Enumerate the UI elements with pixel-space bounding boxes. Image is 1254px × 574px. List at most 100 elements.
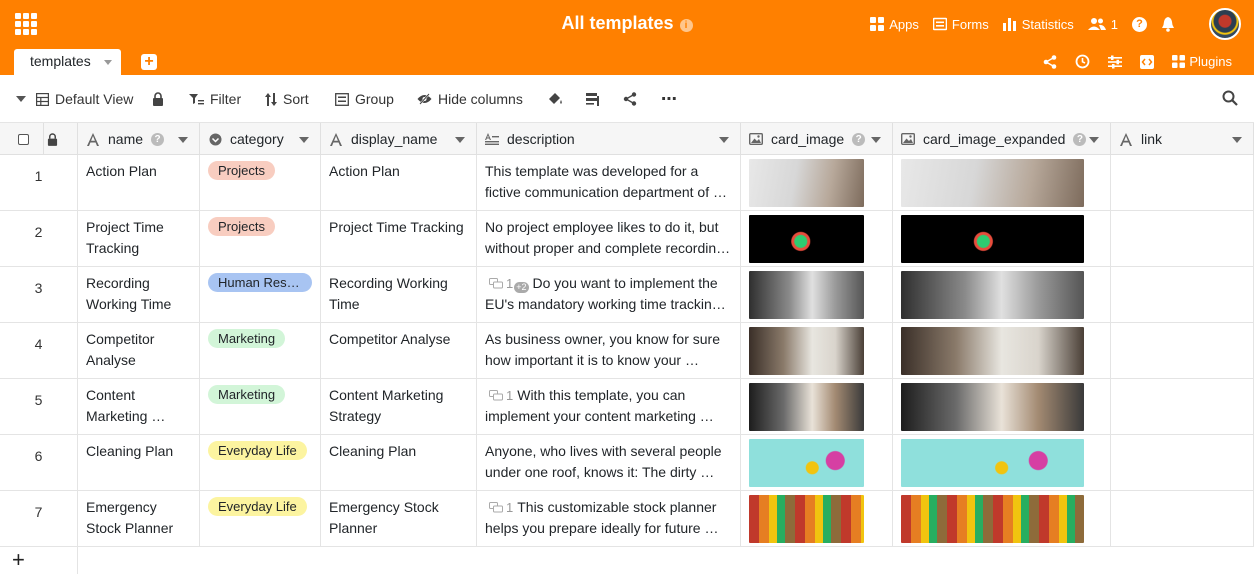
name-cell[interactable]: Competitor Analyse: [78, 323, 200, 378]
display-name-cell[interactable]: Action Plan: [321, 155, 477, 210]
category-cell[interactable]: Marketing: [200, 323, 321, 378]
column-header-display-name[interactable]: display_name: [321, 123, 477, 155]
card-image-expanded-cell[interactable]: [893, 491, 1111, 546]
image-thumbnail[interactable]: [749, 215, 864, 263]
apps-button[interactable]: Apps: [870, 17, 919, 32]
image-thumbnail[interactable]: [901, 327, 1084, 375]
column-header-card-image[interactable]: card_image?: [741, 123, 893, 155]
column-menu-caret-icon[interactable]: [455, 137, 465, 143]
base-title[interactable]: All templates: [561, 13, 673, 33]
column-menu-caret-icon[interactable]: [299, 137, 309, 143]
hide-columns-button[interactable]: Hide columns: [417, 90, 523, 108]
add-table-button[interactable]: +: [141, 54, 157, 70]
add-row-button[interactable]: +: [12, 549, 25, 571]
card-image-expanded-cell[interactable]: [893, 323, 1111, 378]
comment-badge[interactable]: 1: [485, 497, 513, 518]
select-all-checkbox[interactable]: [18, 133, 29, 145]
category-cell[interactable]: Projects: [200, 211, 321, 266]
link-cell[interactable]: [1111, 379, 1254, 434]
row-color-button[interactable]: [548, 90, 569, 108]
link-cell[interactable]: [1111, 211, 1254, 266]
row-number[interactable]: 6: [0, 435, 78, 490]
description-cell[interactable]: 1 This customizable stock planner helps y…: [477, 491, 741, 546]
column-header-card-image-expanded[interactable]: card_image_expanded?: [893, 123, 1111, 155]
history-button[interactable]: [1075, 54, 1094, 69]
link-cell[interactable]: [1111, 323, 1254, 378]
plugins-button[interactable]: Plugins: [1172, 54, 1232, 69]
help-button[interactable]: ?: [1132, 16, 1147, 32]
group-button[interactable]: Group: [335, 90, 394, 108]
share-view-button[interactable]: [623, 90, 643, 108]
row-number[interactable]: 5: [0, 379, 78, 434]
name-cell[interactable]: Content Marketing …: [78, 379, 200, 434]
table-row[interactable]: 2 Project Time Tracking Projects Project Ti…: [0, 211, 1254, 267]
row-number[interactable]: 4: [0, 323, 78, 378]
row-number[interactable]: 2: [0, 211, 78, 266]
category-cell[interactable]: Everyday Life: [200, 435, 321, 490]
card-image-cell[interactable]: [741, 379, 893, 434]
name-cell[interactable]: Action Plan: [78, 155, 200, 210]
statistics-button[interactable]: Statistics: [1002, 17, 1074, 32]
category-cell[interactable]: Marketing: [200, 379, 321, 434]
column-menu-caret-icon[interactable]: [871, 137, 881, 143]
image-thumbnail[interactable]: [749, 271, 864, 319]
row-number[interactable]: 1: [0, 155, 78, 210]
table-row[interactable]: 7 Emergency Stock Planner Everyday Life Eme…: [0, 491, 1254, 547]
table-row[interactable]: 6 Cleaning Plan Everyday Life Cleaning Plan…: [0, 435, 1254, 491]
image-thumbnail[interactable]: [901, 439, 1084, 487]
description-cell[interactable]: Anyone, who lives with several people un…: [477, 435, 741, 490]
image-thumbnail[interactable]: [749, 383, 864, 431]
card-image-expanded-cell[interactable]: [893, 155, 1111, 210]
comment-badge[interactable]: 1: [485, 385, 513, 406]
add-row-cell[interactable]: +: [0, 546, 78, 574]
image-thumbnail[interactable]: [901, 495, 1084, 543]
collaborators-button[interactable]: 1: [1087, 17, 1118, 32]
sort-button[interactable]: Sort: [265, 90, 309, 108]
link-cell[interactable]: [1111, 435, 1254, 490]
image-thumbnail[interactable]: [901, 215, 1084, 263]
column-menu-caret-icon[interactable]: [719, 137, 729, 143]
notifications-button[interactable]: [1161, 16, 1180, 32]
category-cell[interactable]: Everyday Life: [200, 491, 321, 546]
column-header-link[interactable]: link: [1111, 123, 1254, 155]
name-cell[interactable]: Project Time Tracking: [78, 211, 200, 266]
tab-dropdown-caret-icon[interactable]: [104, 60, 112, 65]
card-image-cell[interactable]: [741, 491, 893, 546]
script-button[interactable]: [1140, 54, 1158, 69]
card-image-cell[interactable]: [741, 211, 893, 266]
column-header-name[interactable]: name?: [78, 123, 200, 155]
info-icon[interactable]: i: [679, 19, 693, 32]
share-button[interactable]: [1043, 54, 1061, 69]
description-cell[interactable]: As business owner, you know for sure how…: [477, 323, 741, 378]
display-name-cell[interactable]: Emergency Stock Planner: [321, 491, 477, 546]
description-cell[interactable]: This template was developed for a fictiv…: [477, 155, 741, 210]
display-name-cell[interactable]: Recording Working Time: [321, 267, 477, 322]
row-number[interactable]: 7: [0, 491, 78, 546]
card-image-expanded-cell[interactable]: [893, 435, 1111, 490]
image-thumbnail[interactable]: [749, 159, 864, 207]
display-name-cell[interactable]: Competitor Analyse: [321, 323, 477, 378]
category-cell[interactable]: Human Reso…: [200, 267, 321, 322]
select-all-checkbox-cell[interactable]: [0, 123, 44, 155]
image-thumbnail[interactable]: [749, 327, 864, 375]
settings-button[interactable]: [1108, 55, 1126, 69]
display-name-cell[interactable]: Project Time Tracking: [321, 211, 477, 266]
card-image-expanded-cell[interactable]: [893, 379, 1111, 434]
column-help-icon[interactable]: ?: [852, 132, 866, 146]
description-cell[interactable]: 1 +2 Do you want to implement the EU's man…: [477, 267, 741, 322]
table-row[interactable]: 1 Action Plan Projects Action Plan This temp…: [0, 155, 1254, 211]
row-number[interactable]: 3: [0, 267, 78, 322]
card-image-cell[interactable]: [741, 155, 893, 210]
row-lock-header[interactable]: [44, 123, 78, 155]
link-cell[interactable]: [1111, 155, 1254, 210]
display-name-cell[interactable]: Cleaning Plan: [321, 435, 477, 490]
image-thumbnail[interactable]: [901, 159, 1084, 207]
card-image-cell[interactable]: [741, 435, 893, 490]
image-thumbnail[interactable]: [901, 271, 1084, 319]
column-help-icon[interactable]: ?: [1073, 132, 1087, 146]
image-thumbnail[interactable]: [749, 439, 864, 487]
description-cell[interactable]: No project employee likes to do it, but …: [477, 211, 741, 266]
table-row[interactable]: 4 Competitor Analyse Marketing Competitor A…: [0, 323, 1254, 379]
card-image-cell[interactable]: [741, 323, 893, 378]
name-cell[interactable]: Recording Working Time: [78, 267, 200, 322]
